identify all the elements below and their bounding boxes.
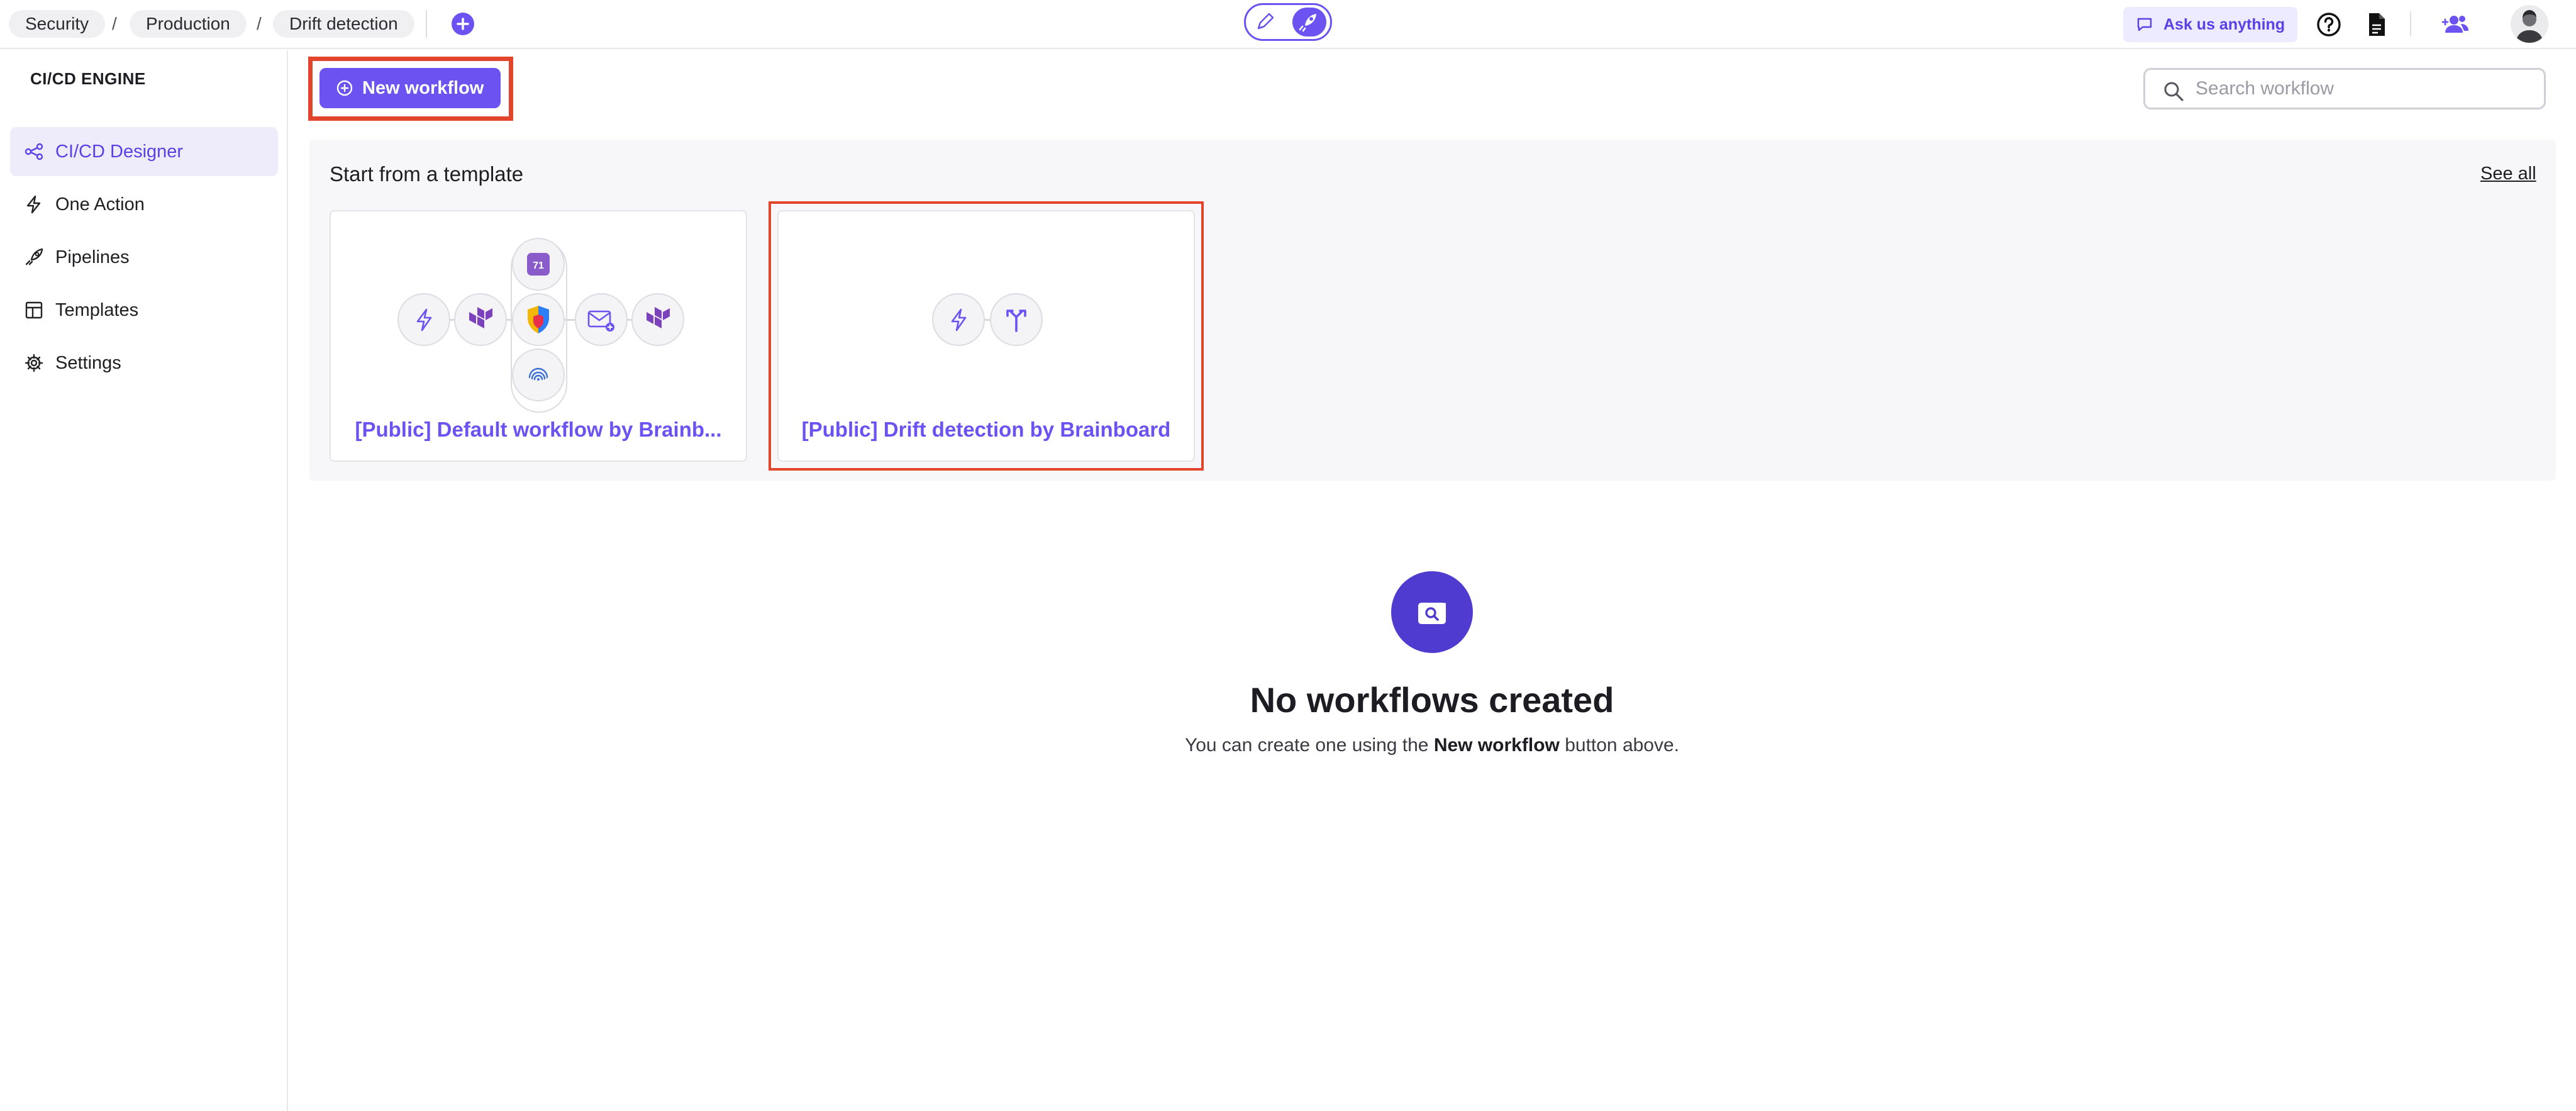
document-icon[interactable] bbox=[2362, 10, 2391, 39]
templates-title: Start from a template bbox=[330, 162, 524, 186]
sidebar-item-label: Settings bbox=[55, 353, 121, 373]
sidebar-item-templates[interactable]: Templates bbox=[10, 286, 278, 335]
search-workflow[interactable] bbox=[2143, 68, 2546, 109]
sidebar-item-label: One Action bbox=[55, 194, 145, 215]
plus-circle-icon bbox=[336, 80, 353, 96]
breadcrumb-production[interactable]: Production bbox=[130, 10, 247, 38]
sidebar-item-label: CI/CD Designer bbox=[55, 142, 184, 162]
empty-subtitle-bold: New workflow bbox=[1433, 735, 1560, 756]
avatar[interactable] bbox=[2511, 5, 2548, 43]
sidebar-item-settings[interactable]: Settings bbox=[10, 338, 278, 388]
app-icon: 71 bbox=[512, 238, 565, 291]
template-card-label: [Public] Default workflow by Brainb... bbox=[355, 418, 722, 441]
template-card-default-workflow[interactable]: 71 [Public] Default workflow by Brainb..… bbox=[330, 210, 747, 462]
search-document-icon bbox=[1391, 571, 1473, 653]
sidebar-item-cicd-designer[interactable]: CI/CD Designer bbox=[10, 127, 278, 176]
see-all-link[interactable]: See all bbox=[2480, 164, 2536, 184]
empty-state-title: No workflows created bbox=[1250, 680, 1614, 720]
empty-subtitle-suffix: button above. bbox=[1559, 735, 1680, 756]
sidebar: CI/CD ENGINE CI/CD Designer One Action P… bbox=[0, 50, 288, 1111]
terraform-icon bbox=[454, 293, 507, 346]
email-icon bbox=[575, 293, 628, 346]
search-icon bbox=[2164, 82, 2184, 101]
breadcrumb-divider bbox=[426, 10, 427, 38]
new-workflow-button[interactable]: New workflow bbox=[319, 68, 501, 108]
empty-subtitle-prefix: You can create one using the bbox=[1184, 735, 1434, 756]
breadcrumb-separator: / bbox=[257, 14, 262, 33]
svg-text:71: 71 bbox=[533, 260, 544, 271]
sidebar-item-pipelines[interactable]: Pipelines bbox=[10, 233, 278, 282]
gear-icon bbox=[25, 354, 43, 372]
sidebar-item-one-action[interactable]: One Action bbox=[10, 180, 278, 229]
breadcrumb-security[interactable]: Security bbox=[9, 10, 106, 38]
workflow-icon bbox=[25, 143, 43, 160]
bolt-icon bbox=[397, 293, 450, 346]
topbar-divider bbox=[2410, 11, 2411, 36]
breadcrumb-separator: / bbox=[112, 14, 117, 33]
template-card-drift-detection[interactable]: [Public] Drift detection by Brainboard bbox=[777, 210, 1195, 462]
rocket-icon[interactable] bbox=[1292, 8, 1326, 36]
templates-icon bbox=[25, 301, 43, 319]
mode-toggle[interactable] bbox=[1244, 3, 1332, 41]
ask-us-anything-label: Ask us anything bbox=[2163, 16, 2285, 33]
add-icon[interactable] bbox=[452, 13, 474, 35]
security-shield-icon bbox=[512, 293, 565, 346]
sidebar-item-label: Pipelines bbox=[55, 247, 130, 267]
pencil-icon[interactable] bbox=[1251, 9, 1279, 35]
drift-icon bbox=[990, 293, 1043, 346]
template-card-label: [Public] Drift detection by Brainboard bbox=[801, 418, 1171, 441]
new-workflow-label: New workflow bbox=[362, 78, 484, 98]
top-bar: Security / Production / Drift detection … bbox=[0, 0, 2576, 49]
bolt-icon bbox=[26, 195, 41, 214]
sidebar-item-label: Templates bbox=[55, 300, 139, 320]
terraform-icon bbox=[631, 293, 684, 346]
empty-state-subtitle: You can create one using the New workflo… bbox=[929, 735, 1935, 756]
sidebar-title: CI/CD ENGINE bbox=[30, 69, 146, 88]
help-icon[interactable] bbox=[2314, 10, 2343, 39]
rocket-icon bbox=[25, 248, 43, 265]
ask-us-anything-button[interactable]: Ask us anything bbox=[2123, 7, 2298, 42]
fingerprint-icon bbox=[512, 349, 565, 401]
team-icon[interactable] bbox=[2440, 10, 2469, 39]
breadcrumb-drift-detection[interactable]: Drift detection bbox=[273, 10, 414, 38]
chat-icon bbox=[2137, 18, 2152, 31]
search-input[interactable] bbox=[2196, 70, 2535, 108]
bolt-icon bbox=[932, 293, 985, 346]
